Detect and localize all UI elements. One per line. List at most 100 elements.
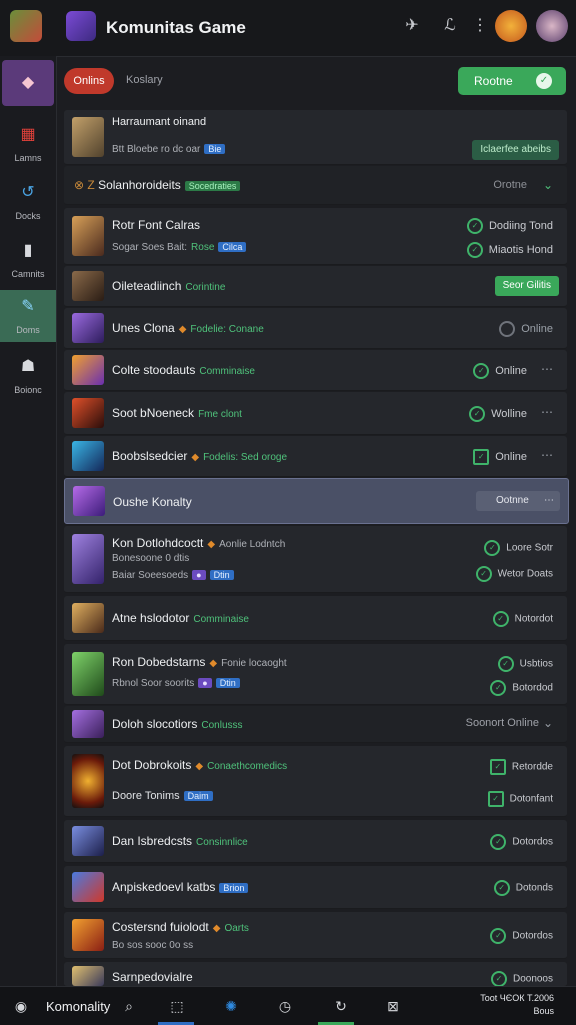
list-item[interactable]: Soot bNoeneck Fme clont ✓ Wolline ⋯ [64,392,567,435]
check-circle-icon: ✓ [490,971,507,987]
store-icon[interactable]: ⬚ [166,995,188,1017]
check-square-icon: ✓ [489,759,506,775]
action-button[interactable]: Seor Gilitis [494,276,559,296]
game-thumbnail [72,313,104,343]
more-vertical-icon[interactable]: ⋮ [470,16,490,36]
item-subtitle: Doore Tonims Daim [112,790,213,802]
secondary-filter[interactable]: Koslary [126,74,163,86]
item-green-text: Fodelie: Conane [190,324,264,335]
search-icon[interactable]: ⌕ [118,995,140,1017]
subtitle-text: Btt Bloebe ro dc oar [112,144,201,155]
tag: Dtin [209,570,234,581]
online-button[interactable]: Rootne ✓ [458,67,566,95]
clock-icon[interactable]: ◷ [274,995,296,1017]
check-circle-icon: ✓ [490,928,507,944]
game-thumbnail [72,271,104,301]
list-item[interactable]: Sarnpedovialre ✓ Doonoos [64,962,567,987]
sidebar-item-2[interactable]: ▮ Camnits [0,234,56,286]
check-icon: ✓ [536,73,552,89]
item-green-text: Fodelis: Sed oroge [203,452,288,463]
item-name-row: Doloh slocotiors Conlusss [112,717,243,731]
status-line: ✓ Doonoos [490,971,553,987]
status-text: Botordod [512,682,553,694]
more-icon[interactable]: ⋯ [541,448,553,462]
status-line-2: ✓ Botordod [490,680,553,696]
online-filter-chip[interactable]: Onlins [64,68,114,94]
list-item[interactable]: Unes Clona ◆ Fodelie: Conane Online [64,308,567,349]
game-thumbnail [72,966,104,986]
check-circle-icon: ✓ [469,406,486,422]
list-item[interactable]: Boobslsedcier ◆ Fodelis: Sed oroge ✓ Online… [64,436,567,477]
app-logo-icon[interactable] [10,10,42,42]
tag: Socedraties [184,180,241,191]
item-name: Doloh slocotiors [112,717,198,731]
list-item[interactable]: Kon Dotlohdcoctt ◆ Aonlie Lodntch Bonesoon… [64,526,567,593]
game-icon: ▦ [20,126,36,143]
list-item[interactable]: ⊗ Z Solanhoroideits Socedraties Orotne ⌄ [64,166,567,205]
status-line-2: ✓ Miaotis Hond [466,242,553,258]
game-logo-icon [66,11,96,41]
action-button[interactable]: Iclaerfee abeibs [472,140,559,160]
online-button-label: Rootne [474,74,513,88]
check-square-icon: ✓ [487,791,504,807]
sidebar-item-1[interactable]: ↺ Docks [0,176,56,228]
list-item[interactable]: Costersnd fuiolodt ◆ Oarts Bo sos sooc 0o … [64,912,567,959]
list-item[interactable]: Colte stoodauts Comminaise ✓ Online ⋯ [64,350,567,391]
check-circle-icon: ✓ [484,540,501,556]
bottom-label: Komonality [46,999,111,1014]
list-item[interactable]: Anpiskedoevl katbs Brion ✓ Dotonds [64,866,567,909]
list-item[interactable]: Harraumant oinand Btt Bloebe ro dc oar Bi… [64,110,567,165]
item-name: Unes Clona [112,321,175,335]
status-text: Orotne [493,179,527,191]
chevron-down-icon[interactable]: ⌄ [543,178,553,192]
item-prefix: ⊗ Z [74,178,95,192]
item-green-text: Comminaise [199,366,255,377]
list-item-selected[interactable]: Oushe Konalty Ootnne ⋯ [64,478,569,524]
status-line: ✓ Dotordos [490,928,553,944]
item-name: Rotr Font Calras [112,218,201,232]
fire-icon: ◆ [209,658,218,669]
bird-icon[interactable]: ✈ [402,16,422,36]
user-avatar[interactable] [536,10,568,42]
status-line-1: ✓ Loore Sotr [484,540,553,556]
sidebar-home[interactable]: ◆ [2,60,54,106]
mention-icon[interactable]: ℒ [440,16,460,36]
more-icon: ⋯ [544,495,554,506]
more-icon[interactable]: ⋯ [541,405,553,419]
action-dropdown[interactable]: Ootnne ⋯ [476,491,560,511]
sidebar-item-0[interactable]: ▦ Lamns [0,118,56,170]
list-item[interactable]: Ron Dobedstarns ◆ Fonie locaoght Rbnol Soo… [64,644,567,705]
list-item[interactable]: Atne hslodotor Comminaise ✓ Notordot [64,596,567,641]
sidebar-item-4[interactable]: ☗ Boionc [0,350,56,402]
item-name: Ron Dobedstarns [112,655,206,669]
subtitle-text: Sogar Soes Bait: [112,242,188,253]
status-line: ✓ Dotordos [490,834,553,850]
game-thumbnail [72,534,104,584]
more-icon[interactable]: ⋯ [541,362,553,376]
inbox-icon[interactable]: ⊠ [382,995,404,1017]
avatar[interactable] [495,10,527,42]
item-green-text: Corintine [185,282,226,293]
refresh-icon[interactable]: ↻ [330,995,352,1017]
home-icon[interactable]: ◉ [10,995,32,1017]
check-square-icon: ✓ [473,449,490,465]
status-text: Miaotis Hond [488,243,553,256]
controller-icon: ↺ [21,184,35,201]
item-name-row: Dot Dobrokoits ◆ Conaethcomedics [112,758,287,772]
item-name: Oushe Konalty [113,495,192,509]
list-item[interactable]: Dan Isbredcsts Consinnlice ✓ Dotordos [64,820,567,863]
check-circle-icon: ✓ [493,880,510,896]
action-label: Ootnne [496,495,529,506]
filter-bar: Onlins Koslary Rootne ✓ [56,56,576,106]
item-name-row: Kon Dotlohdcoctt ◆ Aonlie Lodntch [112,536,285,550]
status-text: Usbtios [519,658,553,670]
list-item[interactable]: Oileteadiinch Corintine Seor Gilitis [64,266,567,307]
compass-icon[interactable]: ✺ [220,995,242,1017]
list-item[interactable]: Doloh slocotiors Conlusss Soonort Online … [64,706,567,743]
list-item[interactable]: Dot Dobrokoits ◆ Conaethcomedics Doore Ton… [64,746,567,817]
item-subtitle: Sogar Soes Bait: Rose Cilca [112,242,247,253]
chevron-down-icon[interactable]: ⌄ [543,716,553,730]
sidebar-item-label: Doms [16,325,40,335]
list-item[interactable]: Rotr Font Calras Sogar Soes Bait: Rose Cil… [64,208,567,265]
sidebar-item-3[interactable]: ✎ Doms [0,290,56,342]
